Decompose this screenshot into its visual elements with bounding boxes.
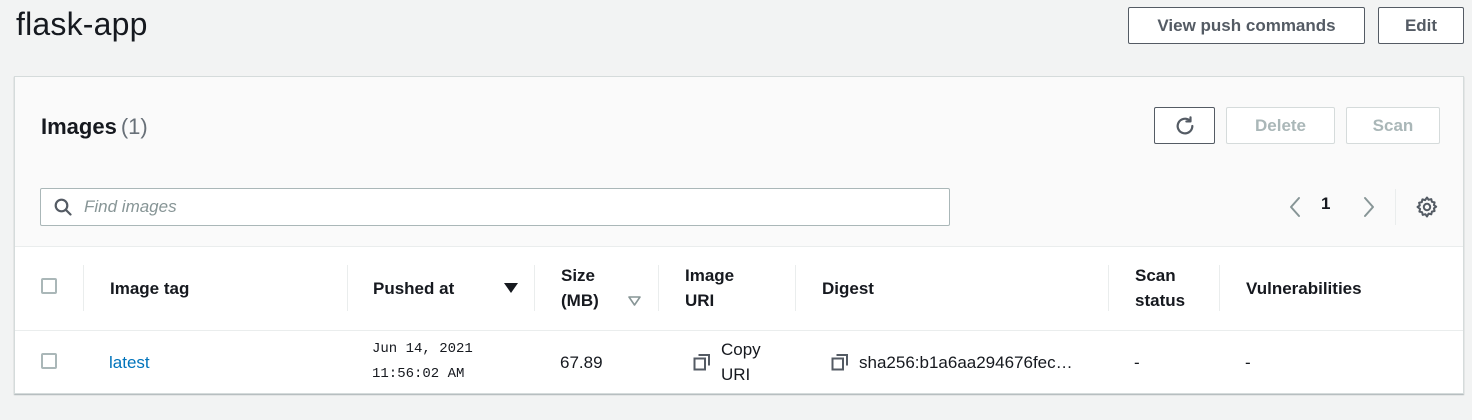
copy-uri-line1: Copy (721, 340, 761, 359)
page-title: flask-app (16, 6, 148, 42)
scan-status-header-line2: status (1135, 291, 1186, 310)
column-divider (1108, 265, 1109, 311)
refresh-button[interactable] (1154, 107, 1215, 144)
sort-descending-icon (504, 283, 518, 293)
size-header-line2: (MB) (561, 291, 599, 310)
copy-uri-button[interactable]: Copy URI (693, 331, 761, 393)
chevron-left-icon (1288, 196, 1302, 218)
delete-button[interactable]: Delete (1226, 107, 1335, 144)
gear-icon[interactable] (1415, 195, 1439, 219)
column-header-image-tag[interactable]: Image tag (110, 246, 189, 330)
digest-cell[interactable]: sha256:b1a6aa294676fec… (831, 331, 1073, 393)
column-divider (534, 265, 535, 311)
scan-button[interactable]: Scan (1346, 107, 1440, 144)
images-panel-header: Images (1) Delete Scan Find images 1 (15, 77, 1463, 247)
column-header-image-uri[interactable]: Image URI (685, 246, 734, 330)
pushed-at-label: Pushed at (373, 278, 455, 298)
image-tag-value[interactable]: latest (109, 350, 150, 375)
pushed-at-time: 11:56:02 AM (372, 366, 465, 382)
size-header-line1: Size (561, 266, 596, 285)
select-all-checkbox[interactable] (41, 278, 57, 294)
size-cell: 67.89 (560, 352, 603, 372)
edit-button[interactable]: Edit (1378, 7, 1464, 44)
previous-page-button[interactable] (1285, 194, 1305, 220)
search-icon (54, 198, 72, 216)
copy-uri-label[interactable]: Copy URI (721, 337, 761, 387)
image-tag-link[interactable]: latest (109, 331, 150, 393)
images-title: Images (41, 114, 117, 139)
image-uri-header-line1: Image (685, 266, 735, 285)
next-page-button[interactable] (1359, 194, 1379, 220)
column-divider (1219, 265, 1220, 311)
column-header-digest[interactable]: Digest (822, 246, 874, 330)
pushed-at-cell: Jun 14, 2021 11:56:02 AM (372, 331, 473, 393)
chevron-right-icon (1362, 196, 1376, 218)
scan-status-cell: - (1134, 352, 1140, 372)
images-count: (1) (120, 114, 148, 139)
search-input[interactable] (84, 192, 949, 222)
column-header-size[interactable]: Size (MB) (561, 246, 641, 330)
page-number[interactable]: 1 (1321, 194, 1330, 214)
column-header-scan-status[interactable]: Scan status (1135, 246, 1185, 330)
column-divider (795, 265, 796, 311)
pushed-at-date: Jun 14, 2021 (372, 341, 473, 357)
copy-icon (693, 353, 711, 371)
scan-status-header-label: Scan status (1135, 263, 1185, 313)
column-header-pushed-at[interactable]: Pushed at (373, 246, 518, 330)
view-push-commands-button[interactable]: View push commands (1128, 7, 1365, 44)
column-divider (658, 265, 659, 311)
size-header-label: Size (MB) (561, 263, 599, 313)
copy-uri-line2: URI (721, 365, 751, 384)
image-uri-header-label: Image URI (685, 263, 734, 313)
refresh-icon (1174, 115, 1196, 137)
search-box[interactable] (40, 188, 950, 226)
sort-icon (628, 296, 641, 306)
images-panel: Images (1) Delete Scan Find images 1 Ima… (14, 76, 1464, 394)
column-header-vulnerabilities[interactable]: Vulnerabilities (1246, 246, 1362, 330)
vulnerabilities-cell: - (1245, 352, 1251, 372)
pager-divider (1395, 189, 1396, 225)
column-divider (347, 265, 348, 311)
row-checkbox[interactable] (41, 353, 57, 369)
column-divider (83, 265, 84, 311)
copy-icon[interactable] (831, 353, 849, 371)
image-uri-header-line2: URI (685, 291, 715, 310)
digest-value: sha256:b1a6aa294676fec… (859, 352, 1073, 372)
scan-status-header-line1: Scan (1135, 266, 1176, 285)
images-heading: Images (1) (41, 114, 148, 140)
